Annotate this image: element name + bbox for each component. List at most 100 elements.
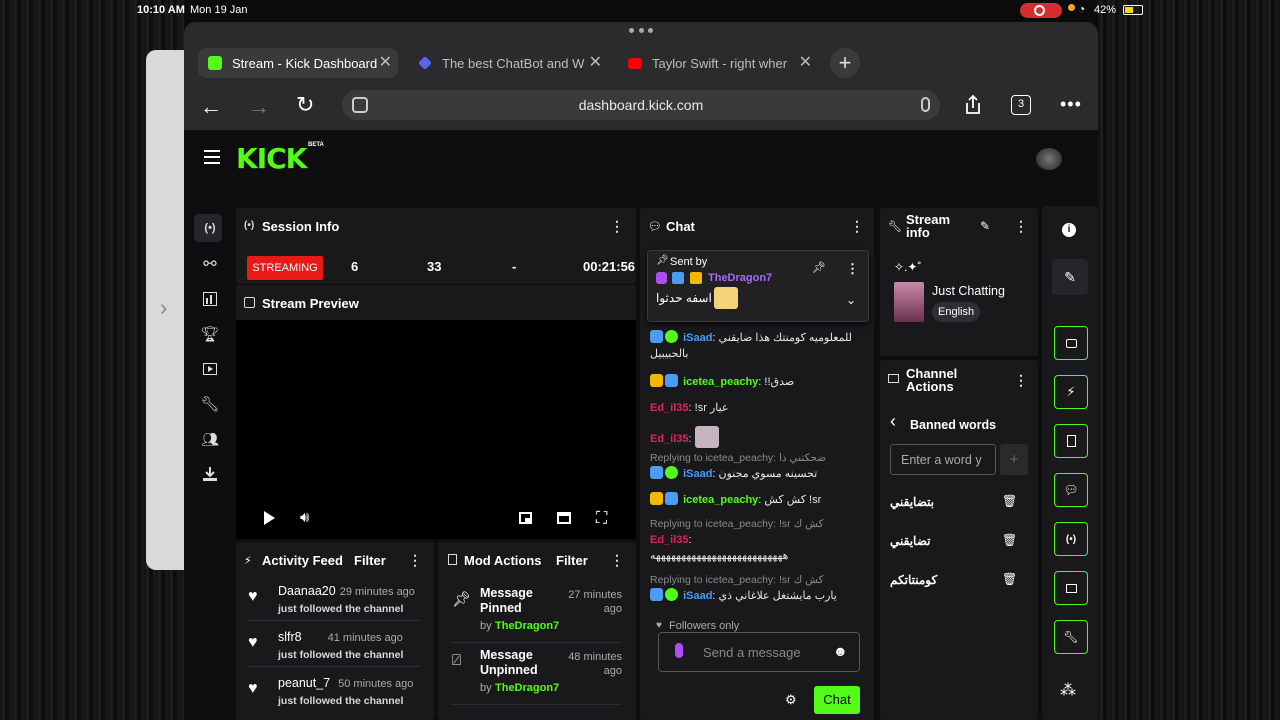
quick-action-chat-button[interactable]: 💬︎ [1054,473,1088,507]
clips-icon[interactable] [198,357,222,381]
edit-stream-button[interactable]: ✎ [1052,259,1088,295]
stream-info-menu-icon[interactable]: ⋮ [1014,219,1028,233]
quick-action-preview-button[interactable] [1054,326,1088,360]
tab-youtube[interactable]: Taylor Swift - right wher ✕ [618,48,818,78]
mod-user[interactable]: TheDragon7 [495,682,559,694]
close-tab-icon[interactable]: ✕ [379,55,392,71]
mod-by-label: by [480,620,492,632]
channel-actions-menu-icon[interactable]: ⋮ [1014,373,1028,387]
quick-action-notes-button[interactable] [1054,424,1088,458]
tab-title: The best ChatBot and W [442,55,585,71]
chat-username[interactable]: icetea_peachy [683,494,758,506]
user-avatar[interactable] [1036,148,1062,170]
broadcast-icon[interactable]: (•) [198,216,222,240]
quick-action-raid-button[interactable]: ⚡︎ [1054,375,1088,409]
chevron-down-icon[interactable]: ⌄ [846,293,856,307]
forward-icon[interactable]: → [248,94,270,120]
community-icon[interactable]: 👥︎ [198,427,222,451]
reply-context[interactable]: Replying to icetea_peachy: !sr كش ك [650,518,855,530]
back-chevron-icon[interactable]: ‹ [890,412,896,430]
tab-count-button[interactable]: 3 [1011,95,1031,115]
theater-mode-icon[interactable] [557,512,571,524]
fullscreen-icon[interactable]: ⛶ [596,510,607,528]
mod-menu-icon[interactable]: ⋮ [610,553,624,567]
hamburger-menu-icon[interactable] [204,150,220,164]
download-icon[interactable] [198,462,222,486]
chat-username[interactable]: Ed_il35 [650,534,689,546]
edit-icon[interactable]: ✎ [980,219,990,233]
window-handle-icon[interactable] [629,28,653,34]
mod-user[interactable]: TheDragon7 [495,620,559,632]
chat-input[interactable]: Send a message ☻ [658,632,860,672]
close-tab-icon[interactable]: ✕ [799,55,812,71]
channel-actions-title: Channel Actions [906,366,958,394]
pin-icon: 📌︎ [452,591,472,608]
chat-message: iSaad: يارب مايشتغل علاغاني ذي [650,588,855,604]
pinned-message[interactable]: 📌︎ Sent by TheDragon7 اسفه حدثوا 📌︎ ⋮ ⌄ [647,250,869,322]
link-icon[interactable]: ⚯ [198,252,222,276]
play-icon[interactable] [264,511,275,525]
chatbot-favicon-icon [418,56,432,70]
pinned-user[interactable]: TheDragon7 [708,272,772,284]
chat-username[interactable]: iSaad [683,468,712,480]
mod-by-label: by [480,682,492,694]
chat-message: Ed_il35: [650,426,855,448]
microphone-icon[interactable] [921,97,930,112]
activity-user[interactable]: peanut_7 [278,676,330,690]
category-name[interactable]: Just Chatting [932,284,1005,298]
activity-user[interactable]: slfr8 [278,630,302,644]
activity-user[interactable]: Daanaa20 [278,584,336,598]
background-window: › [146,50,186,570]
quick-action-channel-button[interactable] [1054,571,1088,605]
category-thumbnail[interactable] [894,282,924,322]
chat-username[interactable]: iSaad [683,332,712,344]
close-tab-icon[interactable]: ✕ [589,55,602,71]
trophy-icon[interactable]: 🏆︎ [198,322,222,346]
share-icon[interactable] [962,94,984,116]
chat-bubble-icon: 💬︎ [1063,483,1079,497]
wrench-icon[interactable]: 🔧︎ [198,392,222,416]
address-bar[interactable]: dashboard.kick.com [342,90,940,120]
more-menu-icon[interactable]: ••• [1060,94,1082,115]
activity-filter-button[interactable]: Filter [354,553,386,568]
activity-item: ♥ slfr8 41 minutes ago just followed the … [248,628,423,661]
send-chat-button[interactable]: Chat [814,686,860,714]
back-icon[interactable]: ← [200,94,222,120]
more-actions-icon[interactable]: ⁂ [1060,680,1076,700]
mod-filter-button[interactable]: Filter [556,553,588,568]
new-tab-button[interactable]: + [830,48,860,78]
add-banned-word-button[interactable]: + [1000,444,1028,475]
tab-chatbot[interactable]: The best ChatBot and W ✕ [408,48,608,78]
chat-username[interactable]: Ed_il35 [650,402,689,414]
kick-logo[interactable]: KICK [236,142,307,175]
chat-username[interactable]: iSaad [683,590,712,602]
reply-context[interactable]: Replying to icetea_peachy: ضحكتني ذا [650,452,855,464]
analytics-icon[interactable] [198,287,222,311]
tab-kick-dashboard[interactable]: Stream - Kick Dashboard ✕ [198,48,398,78]
quick-action-broadcast-button[interactable]: (•) [1054,522,1088,556]
microphone-icon[interactable] [675,643,683,658]
preview-icon [1065,338,1077,348]
unpin-button[interactable]: 📌︎ [812,261,826,274]
activity-menu-icon[interactable]: ⋮ [408,553,422,567]
reload-icon[interactable]: ↻ [296,92,314,118]
heart-icon: ♥ [248,588,258,605]
picture-in-picture-icon[interactable] [519,512,532,524]
site-settings-icon[interactable] [352,97,368,113]
trash-icon[interactable]: 🗑︎ [1002,572,1017,586]
mod-action-text: Message Unpinned [480,648,538,677]
banned-word-input[interactable]: Enter a word y [890,444,996,475]
pinned-menu-icon[interactable]: ⋮ [846,261,859,277]
chat-username[interactable]: Ed_il35 [650,433,689,445]
session-menu-icon[interactable]: ⋮ [610,219,624,233]
chat-settings-icon[interactable]: ⚙ [785,692,797,708]
quick-action-tools-button[interactable]: 🔧︎ [1054,620,1088,654]
info-icon[interactable]: i [1062,223,1076,237]
emoji-icon[interactable]: ☻ [833,643,848,659]
chat-menu-icon[interactable]: ⋮ [850,219,864,233]
trash-icon[interactable]: 🗑︎ [1002,494,1017,508]
chat-username[interactable]: icetea_peachy [683,376,758,388]
trash-icon[interactable]: 🗑︎ [1002,533,1017,547]
reply-context[interactable]: Replying to icetea_peachy: !sr كش ك [650,574,855,586]
volume-icon[interactable]: 🔊︎ [300,509,309,526]
